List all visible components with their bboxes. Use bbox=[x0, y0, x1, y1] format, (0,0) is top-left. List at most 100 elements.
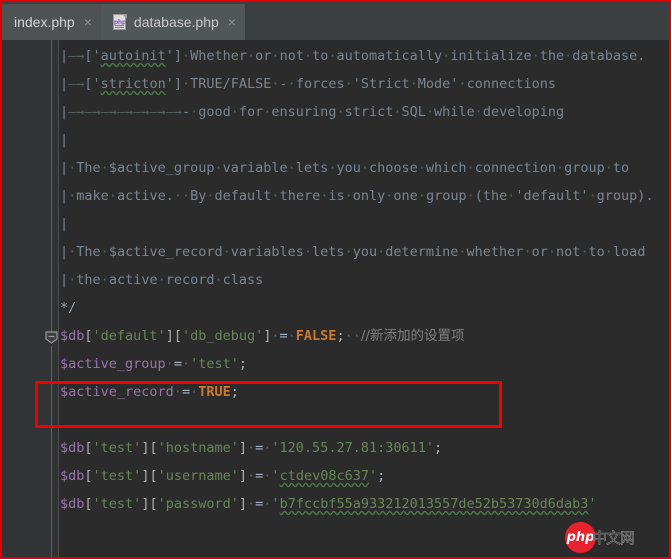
code-token: - bbox=[279, 76, 288, 92]
code-token: · bbox=[360, 160, 369, 176]
code-token: · bbox=[409, 76, 418, 92]
code-line[interactable] bbox=[60, 406, 669, 434]
code-token: · bbox=[247, 440, 256, 456]
code-line[interactable]: $active_record·=·TRUE; bbox=[60, 378, 669, 406]
code-token: group bbox=[425, 188, 467, 204]
code-line[interactable]: |—→—→—→—→—→—→—→-·good·for·ensuring·stric… bbox=[60, 98, 669, 126]
code-token: · bbox=[108, 188, 117, 204]
code-token: ' bbox=[271, 496, 280, 512]
code-token: [ bbox=[84, 496, 93, 512]
code-token: · bbox=[247, 468, 256, 484]
code-line[interactable]: | bbox=[60, 126, 669, 154]
code-token: · bbox=[190, 384, 199, 400]
code-token: ; bbox=[377, 468, 386, 484]
code-token: ][ bbox=[141, 496, 158, 512]
code-token: [ bbox=[84, 328, 93, 344]
code-token: 'password' bbox=[157, 496, 239, 512]
code-token: '120.55.27.81:30611' bbox=[271, 440, 434, 456]
tab-bar-empty-space bbox=[244, 4, 669, 40]
code-token: $active_record bbox=[60, 384, 174, 400]
code-text-area[interactable]: |—→['autoinit']·Whether·or·not·to·automa… bbox=[60, 40, 669, 557]
code-token: · bbox=[100, 244, 109, 260]
code-token: FALSE bbox=[295, 328, 337, 344]
code-token: · bbox=[271, 188, 280, 204]
code-token: SQL bbox=[401, 104, 426, 120]
code-token: to bbox=[612, 160, 630, 176]
code-token: ·· bbox=[344, 328, 361, 344]
code-token: | bbox=[60, 160, 69, 176]
code-token: TRUE bbox=[198, 384, 231, 400]
code-token: · bbox=[466, 188, 475, 204]
code-token: 'db_debug' bbox=[181, 328, 264, 344]
code-line[interactable]: $db['test']['hostname']·=·'120.55.27.81:… bbox=[60, 434, 669, 462]
code-line[interactable]: $db['default']['db_debug']·=·FALSE;··//新… bbox=[60, 322, 669, 350]
code-token: · bbox=[287, 76, 296, 92]
code-token: ; bbox=[336, 328, 345, 344]
tab-database-php[interactable]: php database.php × bbox=[100, 4, 245, 40]
code-token: · bbox=[466, 160, 475, 176]
code-token: lets bbox=[312, 244, 345, 260]
code-fold-collapse-icon[interactable] bbox=[45, 331, 58, 344]
code-line[interactable]: |—→['autoinit']·Whether·or·not·to·automa… bbox=[60, 42, 669, 70]
code-token: · bbox=[377, 244, 386, 260]
code-token: stricton bbox=[100, 76, 166, 92]
code-token: · bbox=[344, 188, 353, 204]
code-token: · bbox=[100, 160, 109, 176]
code-token: ] bbox=[238, 468, 247, 484]
code-token: Whether bbox=[190, 48, 248, 64]
code-token: · bbox=[604, 244, 613, 260]
code-token: record bbox=[165, 272, 215, 288]
code-token: strict bbox=[344, 104, 394, 120]
code-token: which bbox=[425, 160, 467, 176]
code-token: //新添加的设置项 bbox=[360, 328, 465, 344]
code-token: —→ bbox=[68, 76, 85, 92]
code-token: ' bbox=[588, 496, 597, 512]
code-line[interactable]: |·The·$active_record·variables·lets·you·… bbox=[60, 238, 669, 266]
code-token: · bbox=[344, 244, 353, 260]
code-line[interactable]: $active_group·=·'test'; bbox=[60, 350, 669, 378]
code-line[interactable]: |—→['stricton']·TRUE/FALSE·-·forces·'Str… bbox=[60, 70, 669, 98]
code-token: · bbox=[458, 244, 467, 260]
watermark-site-text: 中文网 bbox=[592, 528, 636, 547]
code-token: ] bbox=[238, 496, 247, 512]
editor-tab-bar: index.php × php database.php × bbox=[2, 2, 669, 40]
code-token: · bbox=[336, 104, 345, 120]
code-line[interactable]: |·The·$active_group·variable·lets·you·ch… bbox=[60, 154, 669, 182]
code-editor[interactable]: |—→['autoinit']·Whether·or·not·to·automa… bbox=[2, 40, 669, 557]
code-token: = bbox=[173, 356, 182, 372]
tab-index-php[interactable]: index.php × bbox=[2, 4, 101, 40]
code-token: · bbox=[230, 104, 239, 120]
code-line[interactable]: |·make·active.··By·default·there·is·only… bbox=[60, 182, 669, 210]
code-token: · bbox=[417, 160, 426, 176]
code-token: · bbox=[523, 244, 532, 260]
code-block-guide-line bbox=[51, 346, 52, 557]
code-line[interactable]: |·the·active·record·class bbox=[60, 266, 669, 294]
close-icon[interactable]: × bbox=[84, 14, 92, 30]
code-token: · bbox=[214, 160, 223, 176]
code-token: not bbox=[555, 244, 581, 260]
code-token: · bbox=[181, 48, 191, 64]
close-icon[interactable]: × bbox=[228, 14, 236, 30]
code-line[interactable]: */ bbox=[60, 294, 669, 322]
code-token: · bbox=[271, 48, 280, 64]
code-token: 'default' bbox=[92, 328, 166, 344]
code-token: choose bbox=[368, 160, 418, 176]
code-token: only bbox=[352, 188, 386, 204]
code-token: | bbox=[60, 272, 69, 288]
code-token: 'hostname' bbox=[157, 440, 239, 456]
code-line[interactable]: | bbox=[60, 210, 669, 238]
code-token: */ bbox=[60, 300, 77, 316]
code-token: ensuring bbox=[271, 104, 337, 120]
code-token: · bbox=[393, 104, 402, 120]
code-token: ' bbox=[368, 468, 378, 484]
code-token: group). bbox=[596, 188, 654, 204]
code-token: · bbox=[247, 48, 256, 64]
code-token: · bbox=[344, 76, 353, 92]
code-token: —→ bbox=[68, 48, 85, 64]
code-token: $active_group bbox=[108, 160, 215, 176]
code-token: · bbox=[425, 104, 435, 120]
code-token: or bbox=[531, 244, 548, 260]
code-token: active bbox=[108, 272, 158, 288]
code-line[interactable]: $db['test']['username']·=·'ctdev08c637'; bbox=[60, 462, 669, 490]
code-line[interactable]: $db['test']['password']·=·'b7fccbf55a933… bbox=[60, 490, 669, 518]
